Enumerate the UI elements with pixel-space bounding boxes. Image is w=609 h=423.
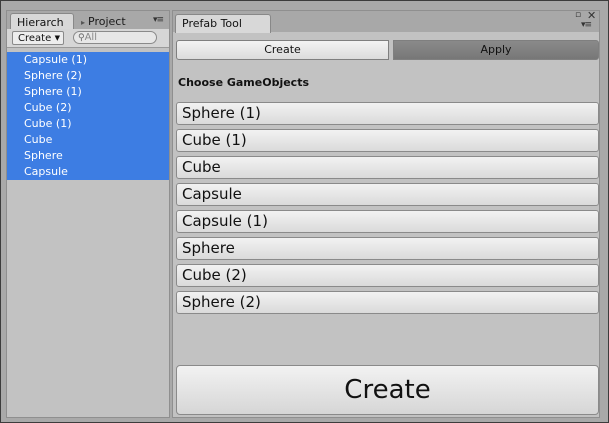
gameobject-button[interactable]: Capsule (1) (176, 210, 599, 233)
create-dropdown[interactable]: Create ▼ (12, 31, 64, 45)
tab-project-label: Project (88, 15, 126, 28)
create-tab-button[interactable]: Create (176, 40, 389, 60)
hierarchy-tabbar: Hierarch ▸ Project ▾≡ (7, 11, 169, 31)
hierarchy-item[interactable]: Sphere (7, 148, 169, 164)
hierarchy-item[interactable]: Capsule (7, 164, 169, 180)
gameobject-button[interactable]: Capsule (176, 183, 599, 206)
create-prefab-label: Create (344, 375, 431, 405)
create-prefab-button[interactable]: Create (176, 365, 599, 415)
maximize-icon[interactable]: ▫ (575, 10, 581, 20)
project-folder-icon: ▸ (81, 18, 86, 27)
hierarchy-item[interactable]: Sphere (1) (7, 84, 169, 100)
editor-window: Hierarch ▸ Project ▾≡ Create ▼ ⚲All Capsu… (0, 0, 609, 423)
tab-hierarchy-label: Hierarch (17, 16, 64, 29)
hierarchy-item[interactable]: Cube (1) (7, 116, 169, 132)
gameobject-list: Sphere (1) Cube (1) Cube Capsule Capsule… (176, 102, 599, 318)
hierarchy-item[interactable]: Sphere (2) (7, 68, 169, 84)
apply-tab-button[interactable]: Apply (393, 40, 599, 60)
create-tab-label: Create (264, 43, 301, 56)
tab-prefab-tool-label: Prefab Tool (182, 17, 242, 30)
hierarchy-panel: Hierarch ▸ Project ▾≡ Create ▼ ⚲All Capsu… (6, 10, 170, 418)
gameobject-button[interactable]: Cube (2) (176, 264, 599, 287)
gameobject-button[interactable]: Cube (1) (176, 129, 599, 152)
prefab-tool-panel: Prefab Tool ▫ ✕ ▾≡ Create Apply Choose G… (172, 9, 600, 418)
gameobject-button[interactable]: Sphere (176, 237, 599, 260)
gameobject-button[interactable]: Cube (176, 156, 599, 179)
hierarchy-item[interactable]: Cube (7, 132, 169, 148)
section-label: Choose GameObjects (178, 76, 310, 89)
gameobject-button[interactable]: Sphere (2) (176, 291, 599, 314)
tab-prefab-tool[interactable]: Prefab Tool (175, 14, 271, 33)
gameobject-button[interactable]: Sphere (1) (176, 102, 599, 125)
panel-menu-icon[interactable]: ▾≡ (581, 20, 592, 30)
hierarchy-tree: Capsule (1) Sphere (2) Sphere (1) Cube (… (7, 52, 169, 180)
apply-tab-label: Apply (480, 43, 512, 56)
dropdown-caret-icon: ▼ (54, 34, 60, 42)
create-dropdown-label: Create (18, 33, 52, 44)
hierarchy-item[interactable]: Capsule (1) (7, 52, 169, 68)
search-placeholder: All (84, 32, 97, 43)
hierarchy-toolbar: Create ▼ ⚲All (7, 29, 169, 48)
hierarchy-search-input[interactable]: ⚲All (73, 31, 157, 44)
prefab-tool-tabbar: Prefab Tool ▫ ✕ ▾≡ (173, 9, 599, 33)
hierarchy-item[interactable]: Cube (2) (7, 100, 169, 116)
panel-menu-icon[interactable]: ▾≡ (153, 15, 164, 25)
search-icon: ⚲ (78, 33, 85, 43)
